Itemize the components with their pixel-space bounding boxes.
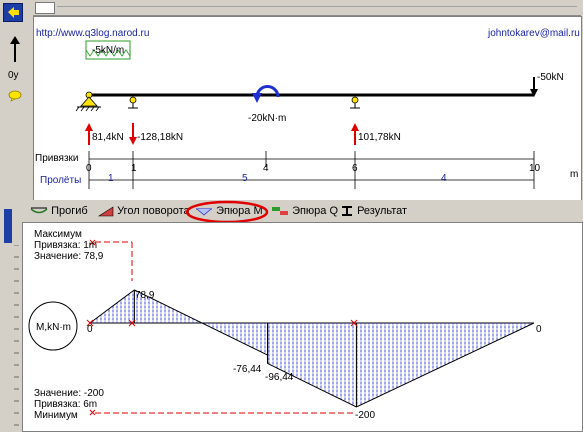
moment-diagram-svg [28, 239, 535, 416]
bindings-label: Привязки [35, 153, 79, 164]
tick-label: 10 [529, 163, 541, 174]
shear-diagram-icon [272, 207, 288, 216]
tab-label: Результат [357, 205, 408, 217]
tab-bar: Прогиб Угол поворота Эпюра M Эпюра Q Рез… [0, 200, 583, 224]
span-label: 5 [242, 173, 248, 184]
distributed-load-label[interactable]: -5kN/m [92, 45, 124, 56]
result-icon [342, 206, 352, 217]
left-toolbar: 0y [0, 0, 30, 200]
tab-rotation[interactable]: Угол поворота [97, 203, 190, 220]
value-label: -76,44 [233, 364, 262, 375]
tab-shear[interactable]: Эпюра Q [271, 203, 338, 220]
point-load-label[interactable]: -50kN [537, 72, 564, 83]
value-label: 0 [536, 324, 542, 335]
reaction-label: 81,4kN [92, 132, 124, 143]
span-label: 1 [108, 173, 114, 184]
moment-area [90, 289, 534, 407]
unit-label: m [570, 169, 579, 180]
min-value: Значение: -200 [34, 388, 104, 399]
back-button[interactable] [3, 3, 23, 22]
tab-label: Эпюра Q [292, 205, 339, 217]
moment-diagram-panel: M,kN·m Максимум Привязка: 1m Значение: 7… [22, 222, 583, 432]
value-label: -96,44 [265, 372, 294, 383]
axis-label: 0y [8, 70, 19, 81]
min-title: Минимум [34, 410, 78, 421]
scroll-track [57, 6, 577, 7]
reaction-label: -128,18kN [137, 132, 184, 143]
tab-result[interactable]: Результат [340, 203, 407, 220]
value-label: 0 [87, 324, 93, 335]
tick-label: 6 [352, 163, 358, 174]
moment-label[interactable]: -20kN·m [248, 113, 286, 124]
roller-support-icon [128, 96, 138, 109]
tick-label: 0 [86, 163, 92, 174]
tab-label: Прогиб [51, 205, 88, 217]
tick-label: 4 [263, 163, 269, 174]
value-label: 78,9 [135, 290, 155, 301]
deflection-icon [30, 207, 48, 214]
tab-deflection[interactable]: Прогиб [30, 203, 88, 220]
min-position: Привязка: 6m [34, 399, 98, 410]
max-value: Значение: 78,9 [34, 251, 104, 262]
max-position: Привязка: 1m [34, 240, 98, 251]
value-label: -200 [355, 410, 376, 421]
horizontal-scrollbar[interactable] [33, 0, 581, 16]
min-marker [89, 409, 354, 416]
angle-icon [97, 206, 114, 217]
max-title: Максимум [34, 229, 82, 240]
tab-label: Угол поворота [117, 205, 190, 217]
tab-highlight-ring [185, 200, 269, 224]
spans-label: Пролёты [40, 175, 82, 186]
arrow-left-icon [8, 7, 19, 18]
axis-up-icon [10, 36, 20, 62]
reaction-label: 101,78kN [358, 132, 401, 143]
unit-circle-label: M,kN·m [36, 322, 71, 333]
tick-label: 1 [131, 163, 137, 174]
ruler-thumb[interactable] [4, 209, 12, 243]
span-label: 4 [441, 173, 447, 184]
reaction-arrow-icon[interactable] [129, 123, 137, 145]
scrollbar-thumb[interactable] [35, 2, 55, 14]
ruler-ticks [14, 245, 19, 426]
roller-support-icon [350, 96, 360, 109]
comment-icon[interactable] [8, 90, 22, 102]
beam-scheme-panel: http://www.q3log.narod.ru johntokarev@ma… [33, 16, 582, 202]
vertical-ruler [0, 205, 22, 432]
